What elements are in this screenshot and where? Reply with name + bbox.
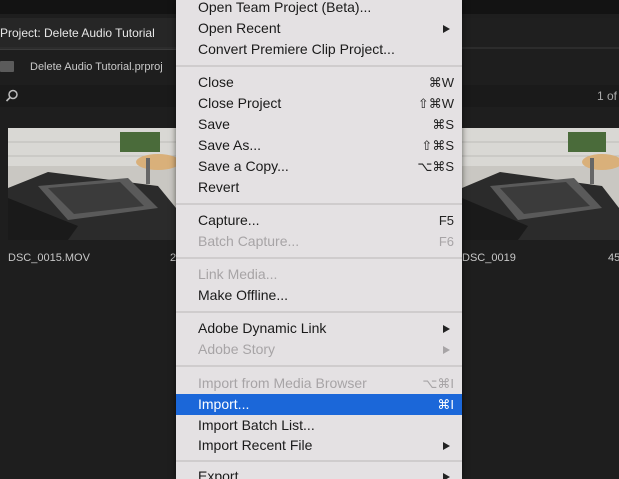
- menu-item-convert-premiere-clip[interactable]: Convert Premiere Clip Project...: [176, 39, 462, 60]
- menu-item-shortcut: ⌥⌘I: [422, 376, 454, 391]
- page-count: 1 of: [597, 89, 618, 103]
- menu-item-shortcut: ⌥⌘S: [417, 159, 454, 174]
- clip-duration: 45: [608, 252, 619, 264]
- menu-item-label: Close Project: [198, 95, 282, 111]
- submenu-arrow-icon: [443, 346, 450, 354]
- menu-separator: [176, 257, 462, 259]
- menu-item-import-batch-list[interactable]: Import Batch List...: [176, 415, 462, 436]
- menu-item-label: Import Recent File: [198, 437, 313, 453]
- menu-item-label: Open Recent: [198, 20, 281, 36]
- project-panel-tab-label: Project: Delete Audio Tutorial: [0, 26, 155, 40]
- menu-item-label: Open Team Project (Beta)...: [198, 0, 372, 15]
- menu-item-close[interactable]: Close ⌘W: [176, 72, 462, 93]
- submenu-arrow-icon: [443, 25, 450, 33]
- menu-item-import[interactable]: Import... ⌘I: [176, 394, 462, 415]
- menu-item-label: Capture...: [198, 212, 260, 228]
- menu-item-label: Import from Media Browser: [198, 375, 367, 391]
- premiere-window: Project: Delete Audio Tutorial Delete Au…: [0, 0, 619, 479]
- menu-item-label: Import Batch List...: [198, 417, 315, 433]
- menu-item-close-project[interactable]: Close Project ⇧⌘W: [176, 93, 462, 114]
- menu-item-label: Import...: [198, 396, 250, 412]
- menu-item-shortcut: ⌘W: [428, 75, 454, 90]
- menu-item-save[interactable]: Save ⌘S: [176, 114, 462, 135]
- menu-item-shortcut: ⇧⌘S: [421, 138, 454, 153]
- menu-item-shortcut: ⌘S: [432, 117, 454, 132]
- menu-item-label: Adobe Dynamic Link: [198, 320, 327, 336]
- menu-item-export[interactable]: Export: [176, 466, 462, 479]
- menu-item-shortcut: ⇧⌘W: [417, 96, 454, 111]
- menu-item-save-a-copy[interactable]: Save a Copy... ⌥⌘S: [176, 156, 462, 177]
- clip-name: DSC_0015.MOV: [8, 252, 90, 264]
- menu-item-link-media[interactable]: Link Media...: [176, 264, 462, 285]
- menu-separator: [176, 65, 462, 67]
- menu-item-label: Export: [198, 468, 239, 479]
- submenu-arrow-icon: [443, 442, 450, 450]
- menu-item-shortcut: F6: [438, 234, 454, 249]
- stove-thumbnail-image: [462, 128, 619, 240]
- clip-name: DSC_0019: [462, 252, 516, 264]
- menu-item-batch-capture[interactable]: Batch Capture... F6: [176, 231, 462, 252]
- menu-item-label: Save: [198, 116, 230, 132]
- clip-thumbnail[interactable]: [462, 128, 619, 240]
- menu-item-shortcut: F5: [438, 213, 454, 228]
- menu-item-label: Adobe Story: [198, 341, 276, 357]
- search-icon: [5, 89, 18, 102]
- menu-item-label: Link Media...: [198, 266, 278, 282]
- project-panel-tab[interactable]: Project: Delete Audio Tutorial: [0, 18, 176, 50]
- folder-icon: [0, 61, 14, 72]
- menu-item-label: Save a Copy...: [198, 158, 289, 174]
- menu-item-save-as[interactable]: Save As... ⇧⌘S: [176, 135, 462, 156]
- menu-item-label: Convert Premiere Clip Project...: [198, 41, 395, 57]
- submenu-arrow-icon: [443, 473, 450, 479]
- submenu-arrow-icon: [443, 325, 450, 333]
- menu-item-capture[interactable]: Capture... F5: [176, 210, 462, 231]
- menu-item-make-offline[interactable]: Make Offline...: [176, 285, 462, 306]
- menu-item-label: Revert: [198, 179, 240, 195]
- menu-separator: [176, 311, 462, 313]
- menu-item-import-from-media-browser[interactable]: Import from Media Browser ⌥⌘I: [176, 373, 462, 394]
- menu-separator: [176, 203, 462, 205]
- menu-separator: [176, 365, 462, 367]
- menu-item-shortcut: ⌘I: [437, 397, 454, 412]
- menu-item-import-recent-file[interactable]: Import Recent File: [176, 435, 462, 456]
- menu-item-revert[interactable]: Revert: [176, 177, 462, 198]
- menu-item-adobe-dynamic-link[interactable]: Adobe Dynamic Link: [176, 318, 462, 339]
- menu-item-label: Make Offline...: [198, 287, 289, 303]
- menu-item-open-team-project[interactable]: Open Team Project (Beta)...: [176, 0, 462, 18]
- menu-item-label: Batch Capture...: [198, 233, 300, 249]
- menu-item-label: Close: [198, 74, 234, 90]
- menu-item-adobe-story[interactable]: Adobe Story: [176, 339, 462, 360]
- menu-item-label: Save As...: [198, 137, 262, 153]
- menu-item-open-recent[interactable]: Open Recent: [176, 18, 462, 39]
- clip-thumbnail[interactable]: [8, 128, 176, 240]
- project-file-row[interactable]: Delete Audio Tutorial.prproj: [0, 52, 176, 82]
- project-file-name: Delete Audio Tutorial.prproj: [30, 61, 163, 73]
- panel-header-right: [462, 18, 619, 48]
- stove-thumbnail-image: [8, 128, 176, 240]
- file-menu: Open Team Project (Beta)... Open Recent …: [176, 0, 462, 479]
- menu-separator: [176, 460, 462, 462]
